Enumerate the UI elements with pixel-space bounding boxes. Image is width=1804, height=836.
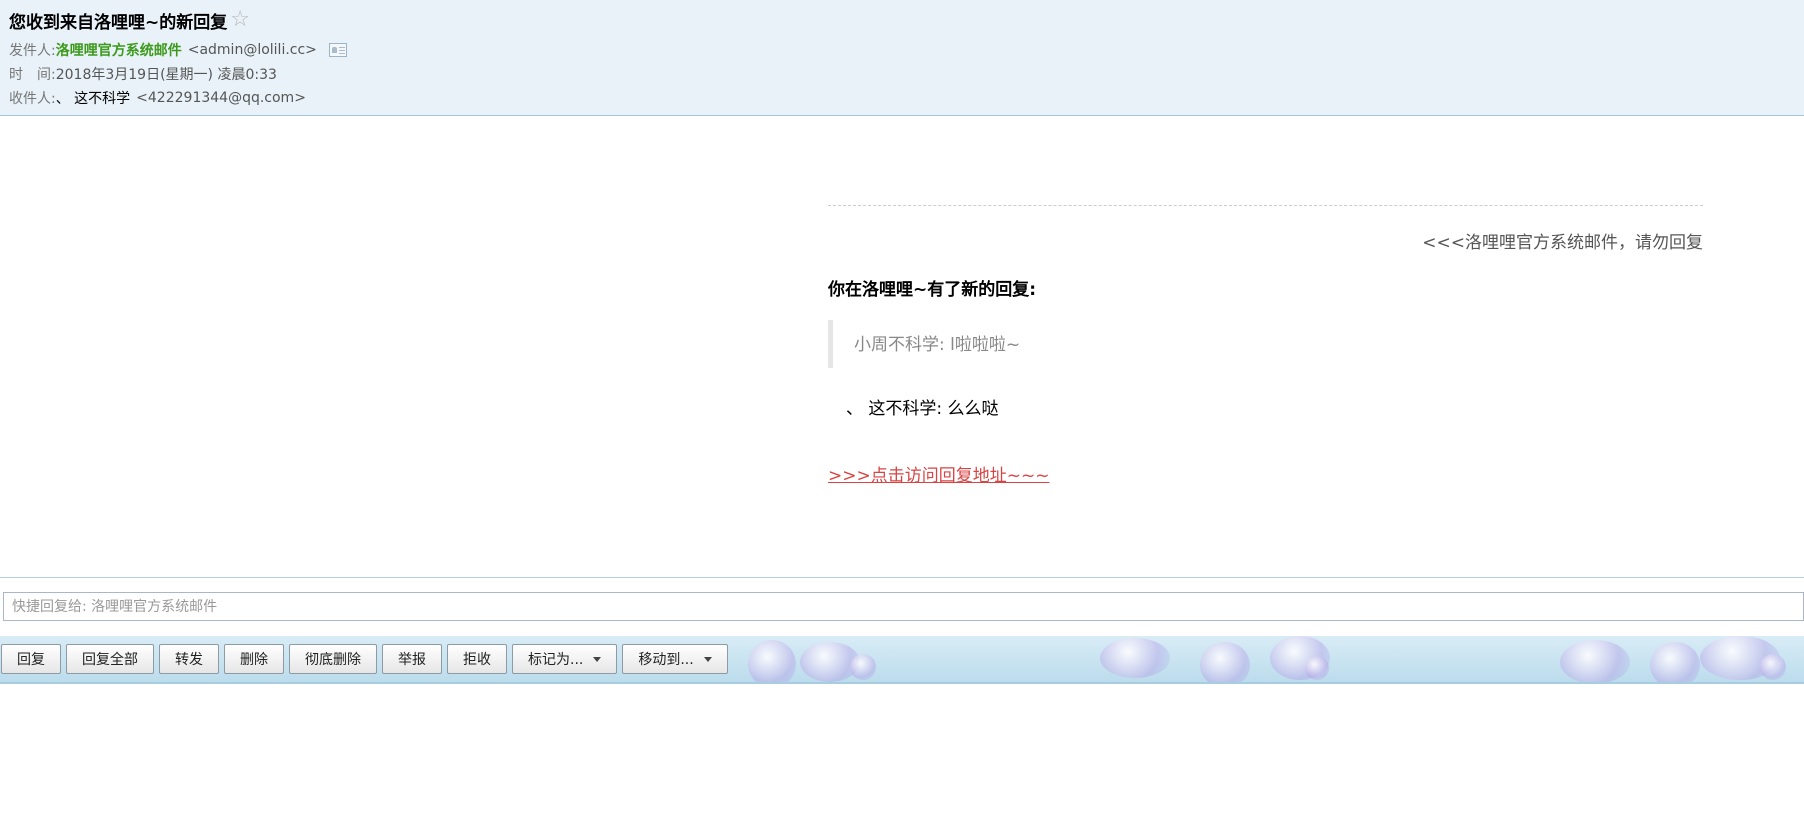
move-to-dropdown-label: 移动到... <box>638 652 694 668</box>
quick-reply-box[interactable] <box>3 592 1804 621</box>
mail-body: <<<洛哩哩官方系统邮件，请勿回复 你在洛哩哩~有了新的回复: 小周不科学: l… <box>828 205 1703 486</box>
to-label: 收件人: <box>9 91 56 107</box>
caret-down-icon <box>593 656 602 662</box>
toolbar-buttons: 回复 回复全部 转发 删除 彻底删除 举报 拒收 标记为... 移动到... <box>1 644 728 674</box>
time-value: 2018年3月19日(星期一) 凌晨0:33 <box>55 67 277 83</box>
delete-permanently-button[interactable]: 彻底删除 <box>289 644 377 674</box>
recipient-name[interactable]: 、 这不科学 <box>56 88 130 108</box>
quoted-comment: 小周不科学: l啦啦啦~ <box>828 320 1703 368</box>
caret-down-icon <box>703 656 712 662</box>
forward-button-label: 转发 <box>175 652 203 668</box>
from-label: 发件人: <box>9 43 56 59</box>
to-row: 收件人: 、 这不科学 <422291344@qq.com> <box>9 88 306 108</box>
recipient-email: <422291344@qq.com> <box>136 90 306 106</box>
mail-header: 您收到来自洛哩哩~的新回复 ☆ 发件人: 洛哩哩官方系统邮件 <admin@lo… <box>0 0 1804 116</box>
sender-email: <admin@lolili.cc> <box>187 42 317 58</box>
reply-text: 、 这不科学: 么么哒 <box>846 399 999 419</box>
reject-button-label: 拒收 <box>463 652 491 668</box>
bubble-decoration <box>1200 642 1250 682</box>
reply-button-label: 回复 <box>17 652 45 668</box>
bubble-decoration <box>1560 640 1630 682</box>
star-icon[interactable]: ☆ <box>230 9 250 31</box>
action-toolbar: 回复 回复全部 转发 删除 彻底删除 举报 拒收 标记为... 移动到... <box>0 636 1804 684</box>
time-row: 时 间: 2018年3月19日(星期一) 凌晨0:33 <box>9 64 277 84</box>
reply-button[interactable]: 回复 <box>1 644 61 674</box>
subject-row: 您收到来自洛哩哩~的新回复 ☆ <box>9 7 250 33</box>
delete-permanently-button-label: 彻底删除 <box>305 652 361 668</box>
quick-reply-input[interactable] <box>10 598 1797 616</box>
quick-reply-divider <box>0 577 1804 578</box>
reply-address-link[interactable]: >>>点击访问回复地址~~~ <box>828 461 1049 486</box>
from-row: 发件人: 洛哩哩官方系统邮件 <admin@lolili.cc> <box>9 40 347 60</box>
bubble-decoration <box>1100 638 1170 678</box>
forward-button[interactable]: 转发 <box>159 644 219 674</box>
mark-as-dropdown-label: 标记为... <box>528 652 584 668</box>
bubble-decoration <box>850 654 876 680</box>
dashed-divider <box>828 205 1703 206</box>
reply-all-button-label: 回复全部 <box>82 652 138 668</box>
delete-button[interactable]: 删除 <box>224 644 284 674</box>
bubble-decoration <box>1305 656 1329 680</box>
time-label: 时 间: <box>9 67 56 83</box>
sender-name[interactable]: 洛哩哩官方系统邮件 <box>56 40 182 60</box>
no-reply-note: <<<洛哩哩官方系统邮件，请勿回复 <box>1422 233 1703 253</box>
move-to-dropdown[interactable]: 移动到... <box>622 644 728 674</box>
bubble-decoration <box>748 640 796 682</box>
mark-as-dropdown[interactable]: 标记为... <box>512 644 618 674</box>
reply-all-button[interactable]: 回复全部 <box>66 644 154 674</box>
contact-card-icon[interactable] <box>328 43 347 57</box>
bubble-decoration <box>1650 642 1700 682</box>
bubble-decoration <box>1760 654 1786 680</box>
mail-subject: 您收到来自洛哩哩~的新回复 <box>9 12 228 33</box>
quoted-comment-text: 小周不科学: l啦啦啦~ <box>854 335 1021 355</box>
report-button-label: 举报 <box>398 652 426 668</box>
delete-button-label: 删除 <box>240 652 268 668</box>
report-button[interactable]: 举报 <box>382 644 442 674</box>
body-heading: 你在洛哩哩~有了新的回复: <box>828 280 1037 300</box>
reject-button[interactable]: 拒收 <box>447 644 507 674</box>
